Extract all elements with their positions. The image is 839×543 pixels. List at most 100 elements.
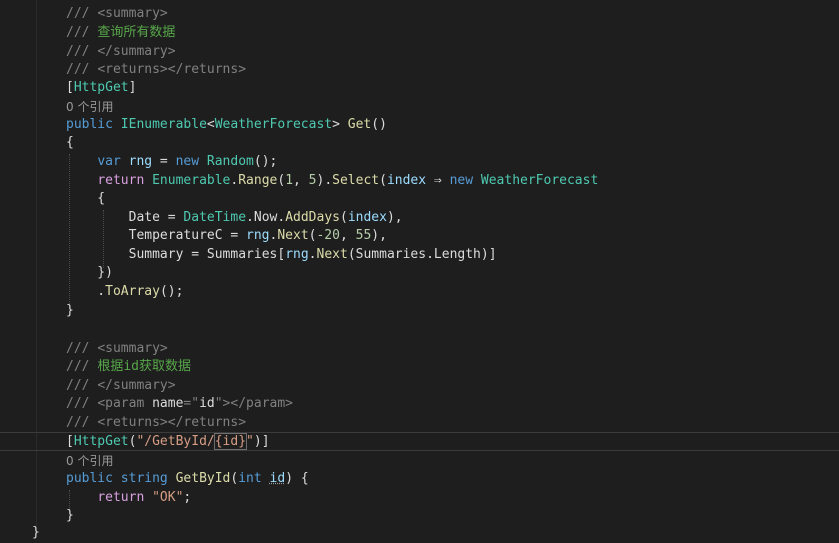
code-token: } [32, 525, 40, 540]
code-editor[interactable]: /// <summary>/// 查询所有数据/// </summary>///… [0, 0, 839, 540]
code-line[interactable]: [HttpGet] [0, 79, 839, 98]
code-token: <summary> [97, 6, 168, 21]
code-line[interactable]: /// 查询所有数据 [0, 24, 839, 43]
code-token: id [199, 396, 215, 411]
code-line[interactable]: }) [0, 264, 839, 283]
reference-count-lens[interactable]: 0 个引用 [66, 100, 113, 114]
code-token: ( [339, 210, 348, 225]
code-token: rng [285, 247, 309, 262]
code-token: /// [66, 359, 98, 374]
code-line[interactable]: .ToArray(); [0, 283, 839, 302]
code-token: Summary [128, 247, 184, 262]
code-token: [ [66, 80, 74, 95]
code-line[interactable] [0, 321, 839, 340]
code-token: string [120, 471, 176, 486]
code-line[interactable]: /// <returns></returns> [0, 414, 839, 433]
code-line[interactable]: [HttpGet("/GetById/{id}")] [0, 432, 839, 451]
code-token: /// [66, 341, 98, 356]
code-line[interactable]: /// <returns></returns> [0, 61, 839, 80]
code-token: ), [386, 210, 403, 225]
code-token: /// [66, 415, 98, 430]
code-line[interactable]: { [0, 190, 839, 209]
code-token: (); [253, 154, 278, 169]
code-token: } [66, 303, 74, 318]
code-token: /// [66, 62, 98, 77]
code-line[interactable]: } [0, 524, 839, 543]
code-token: , [293, 173, 309, 188]
code-line[interactable]: public IEnumerable<WeatherForecast> Get(… [0, 116, 839, 135]
code-token: var [97, 154, 129, 169]
code-token: Next [316, 247, 348, 262]
code-token: -20 [316, 228, 340, 243]
code-token: /// [66, 378, 98, 393]
code-token: DateTime [183, 210, 247, 225]
code-token: public [66, 117, 121, 132]
code-token: return [97, 490, 153, 505]
code-token: Get [347, 117, 372, 132]
code-line[interactable]: return Enumerable.Range(1, 5).Select(ind… [0, 172, 839, 191]
code-token: (); [159, 284, 184, 299]
code-token: . [426, 247, 434, 262]
code-token: . [277, 210, 286, 225]
code-line[interactable]: /// 根据id获取数据 [0, 358, 839, 377]
code-token: { [66, 191, 106, 206]
code-token: new [175, 154, 207, 169]
code-token: index [347, 210, 387, 225]
code-line[interactable]: { [0, 134, 839, 153]
code-token: <summary> [97, 341, 168, 356]
code-line[interactable]: Summary = Summaries[rng.Next(Summaries.L… [0, 246, 839, 265]
code-token: < [206, 117, 215, 132]
code-token: HttpGet [73, 80, 129, 95]
code-token: IEnumerable [120, 117, 207, 132]
code-token: <returns></returns> [97, 415, 247, 430]
code-line[interactable]: } [0, 507, 839, 526]
code-token: > [332, 117, 348, 132]
code-token: public [66, 471, 121, 486]
code-line[interactable]: /// <summary> [0, 5, 839, 24]
code-line[interactable]: /// <param name="id"></param> [0, 395, 839, 414]
code-line[interactable]: /// </summary> [0, 43, 839, 62]
code-token: =" [183, 396, 200, 411]
code-token: 1 [285, 173, 294, 188]
code-token: return [97, 173, 153, 188]
code-line[interactable]: Date = DateTime.Now.AddDays(index), [0, 209, 839, 228]
code-line[interactable]: var rng = new Random(); [0, 153, 839, 172]
code-line[interactable]: return "OK"; [0, 489, 839, 508]
code-token: [ [277, 247, 286, 262]
code-token: HttpGet [73, 434, 129, 449]
code-token: rng [246, 228, 270, 243]
code-line[interactable]: /// <summary> [0, 340, 839, 359]
code-line[interactable]: TemperatureC = rng.Next(-20, 55), [0, 227, 839, 246]
code-token: int [238, 471, 270, 486]
code-token: Length [433, 247, 481, 262]
code-token: = [159, 210, 184, 225]
code-token: Random [206, 154, 254, 169]
code-token: /// [66, 44, 98, 59]
code-token: } [66, 508, 74, 523]
code-line[interactable]: 0 个引用 [0, 452, 839, 471]
code-token: )] [253, 434, 270, 449]
code-token: Summaries [206, 247, 278, 262]
code-token: () [371, 117, 387, 132]
code-token: . [308, 247, 317, 262]
code-token: WeatherForecast [480, 173, 599, 188]
code-line[interactable]: 0 个引用 [0, 98, 839, 117]
code-token: 根据id获取数据 [97, 359, 191, 374]
code-token: 查询所有数据 [97, 25, 176, 40]
code-line[interactable]: /// </summary> [0, 377, 839, 396]
code-token: , [339, 228, 356, 243]
code-token: Next [277, 228, 309, 243]
code-token: TemperatureC [128, 228, 223, 243]
reference-count-lens[interactable]: 0 个引用 [66, 454, 113, 468]
code-token: Summaries [355, 247, 427, 262]
code-token: <returns></returns> [97, 62, 247, 77]
code-token: 55 [355, 228, 372, 243]
code-token: ( [347, 247, 356, 262]
code-token: ] [128, 80, 137, 95]
code-line[interactable]: public string GetById(int id) { [0, 470, 839, 489]
code-token: "/GetById/ [136, 434, 215, 449]
code-line[interactable]: } [0, 302, 839, 321]
